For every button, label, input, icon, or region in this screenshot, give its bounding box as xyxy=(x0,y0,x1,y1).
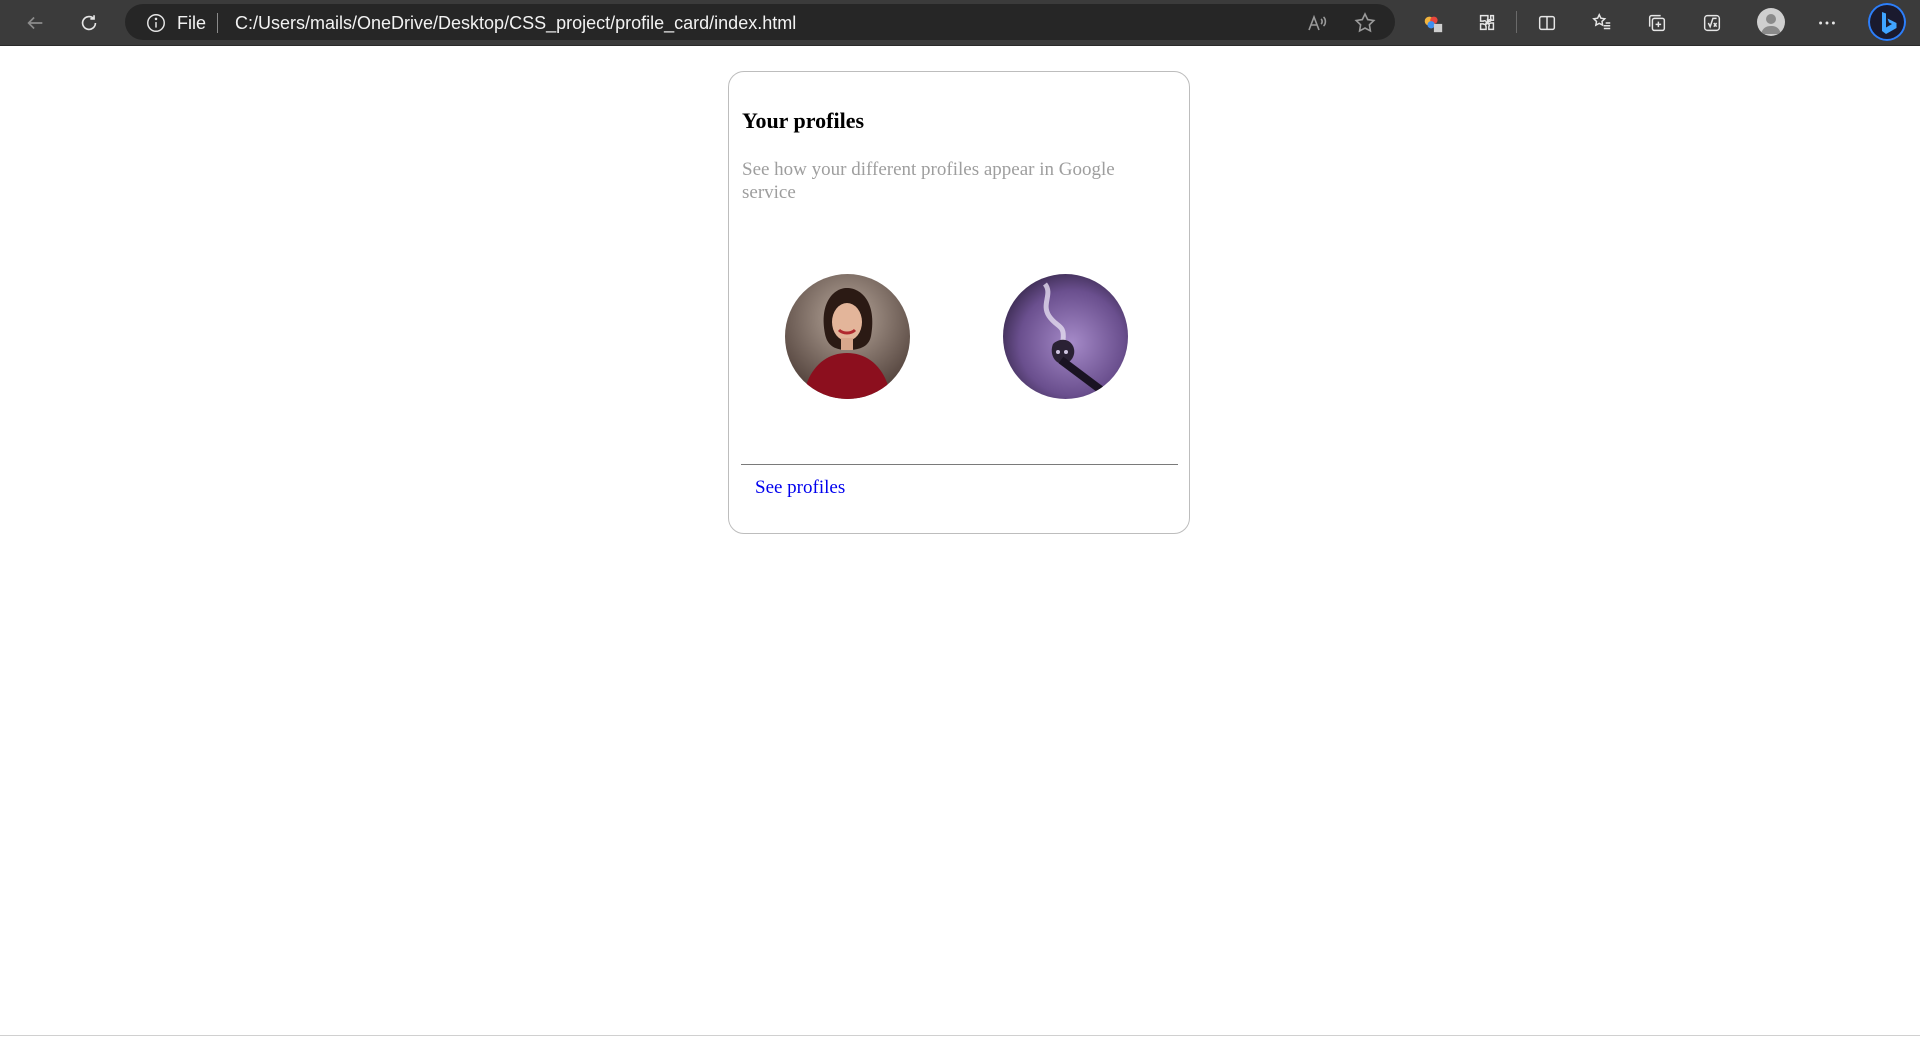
address-scheme: File xyxy=(177,13,207,33)
card-divider xyxy=(741,464,1178,465)
math-solver-icon[interactable] xyxy=(1695,6,1729,40)
profile-avatar-icon[interactable] xyxy=(1757,8,1785,36)
split-screen-icon[interactable] xyxy=(1530,6,1564,40)
page-bottom-border xyxy=(0,1035,1920,1036)
address-separator xyxy=(217,13,218,33)
profile-card: Your profiles See how your different pro… xyxy=(728,71,1190,534)
extensions-puzzle-icon[interactable] xyxy=(1470,6,1504,40)
back-arrow-icon[interactable] xyxy=(18,6,52,40)
read-aloud-icon[interactable] xyxy=(1305,11,1329,35)
collections-icon[interactable] xyxy=(1640,6,1674,40)
card-title: Your profiles xyxy=(742,108,865,133)
profile-photo-woman xyxy=(785,274,910,399)
profile-photo-smoke xyxy=(1003,274,1128,399)
favorite-star-icon[interactable] xyxy=(1353,11,1377,35)
refresh-icon[interactable] xyxy=(72,6,106,40)
more-options-icon[interactable] xyxy=(1810,6,1844,40)
address-url[interactable]: C:/Users/mails/OneDrive/Desktop/CSS_proj… xyxy=(235,13,796,34)
address-bar[interactable]: File C:/Users/mails/OneDrive/Desktop/CSS… xyxy=(125,4,1395,40)
card-subtitle: See how your different profiles appear i… xyxy=(742,159,1115,203)
toolbar-divider xyxy=(1516,11,1517,33)
bing-copilot-icon[interactable] xyxy=(1868,3,1906,41)
see-profiles-link[interactable]: See profiles xyxy=(755,477,845,499)
favorites-list-icon[interactable] xyxy=(1585,6,1619,40)
site-info-icon[interactable] xyxy=(145,12,167,34)
color-extension-icon[interactable] xyxy=(1416,6,1450,40)
browser-toolbar: File C:/Users/mails/OneDrive/Desktop/CSS… xyxy=(0,0,1920,46)
